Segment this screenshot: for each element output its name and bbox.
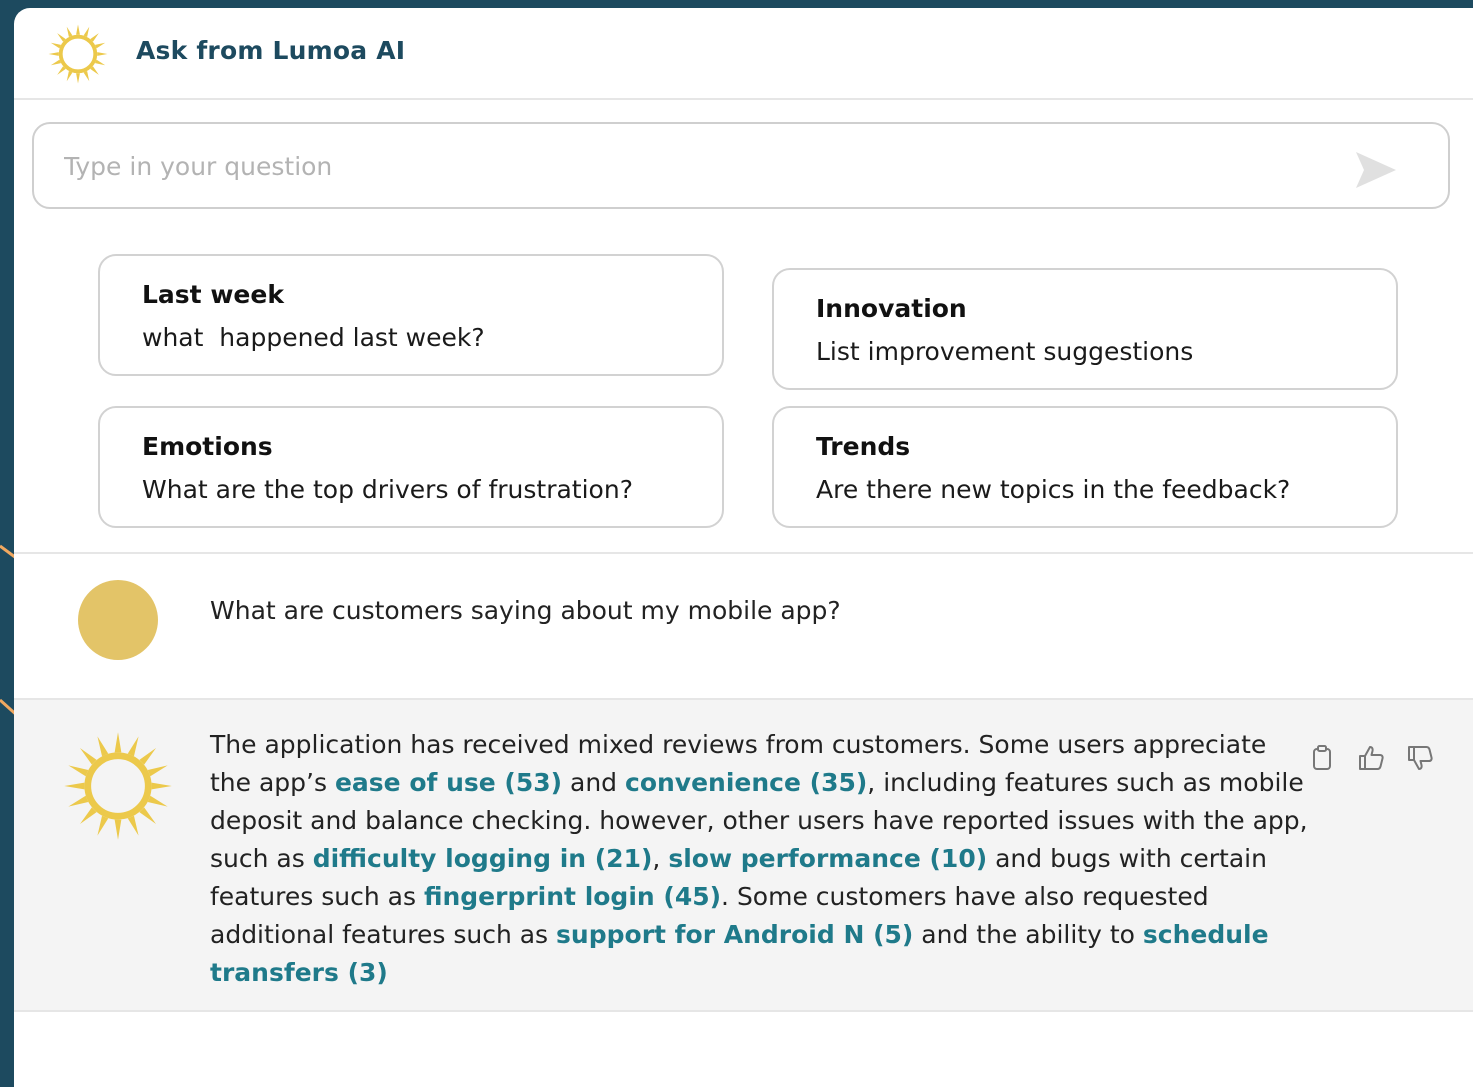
thumbs-down-icon[interactable]: [1406, 744, 1434, 772]
divider: [14, 1010, 1473, 1012]
ai-response-row: The application has received mixed revie…: [14, 700, 1473, 1012]
topic-link-fingerprint-login[interactable]: fingerprint login (45): [424, 882, 721, 911]
send-icon[interactable]: [1352, 148, 1400, 192]
suggestion-card-innovation[interactable]: Innovation List improvement suggestions: [772, 268, 1398, 390]
ai-response-text: The application has received mixed revie…: [210, 726, 1308, 992]
topic-link-difficulty-logging-in[interactable]: difficulty logging in (21): [313, 844, 653, 873]
response-text: and the ability to: [913, 920, 1143, 949]
topic-link-slow-performance[interactable]: slow performance (10): [668, 844, 987, 873]
response-text: ,: [652, 844, 669, 873]
topic-link-ease-of-use[interactable]: ease of use (53): [335, 768, 562, 797]
sun-icon: [64, 732, 172, 840]
question-search-box: [32, 122, 1450, 209]
question-input[interactable]: [64, 142, 1324, 190]
suggestion-title: Emotions: [142, 432, 273, 461]
thumbs-up-icon[interactable]: [1357, 744, 1385, 772]
ai-chat-panel: Ask from Lumoa AI Last week what happene…: [14, 8, 1473, 1087]
suggestion-question: List improvement suggestions: [816, 337, 1194, 366]
suggestion-card-trends[interactable]: Trends Are there new topics in the feedb…: [772, 406, 1398, 528]
user-avatar: [78, 580, 158, 660]
suggestion-card-last-week[interactable]: Last week what happened last week?: [98, 254, 724, 376]
suggestion-question: what happened last week?: [142, 323, 485, 352]
panel-title: Ask from Lumoa AI: [136, 36, 406, 65]
panel-header: Ask from Lumoa AI: [14, 8, 1473, 100]
suggestion-title: Innovation: [816, 294, 967, 323]
sun-icon: [48, 24, 108, 84]
user-message: What are customers saying about my mobil…: [210, 596, 841, 625]
suggestion-title: Last week: [142, 280, 284, 309]
suggestion-title: Trends: [816, 432, 911, 461]
response-text: and: [562, 768, 625, 797]
user-message-row: What are customers saying about my mobil…: [14, 554, 1473, 698]
topic-link-convenience[interactable]: convenience (35): [625, 768, 867, 797]
suggestion-question: Are there new topics in the feedback?: [816, 475, 1291, 504]
suggestion-question: What are the top drivers of frustration?: [142, 475, 633, 504]
topic-link-support-android-n[interactable]: support for Android N (5): [556, 920, 913, 949]
suggestion-card-emotions[interactable]: Emotions What are the top drivers of fru…: [98, 406, 724, 528]
clipboard-icon[interactable]: [1308, 744, 1336, 772]
response-actions: [1308, 744, 1450, 776]
